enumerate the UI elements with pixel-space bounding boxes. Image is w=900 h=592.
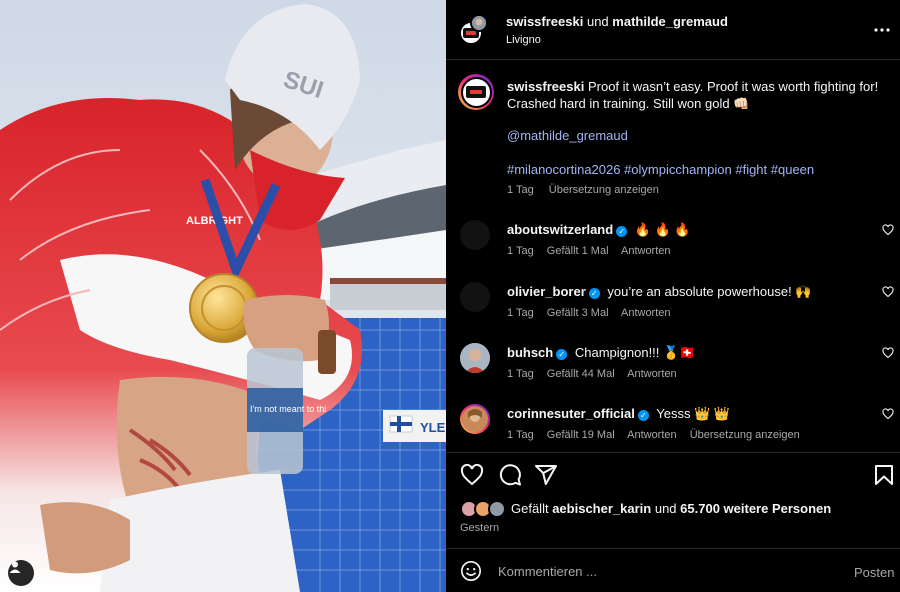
comment-username[interactable]: buhsch xyxy=(507,345,553,360)
bottle-text: I'm not meant to thi xyxy=(250,404,326,414)
caption-avatar[interactable] xyxy=(458,74,494,110)
author-link-1[interactable]: swissfreeski xyxy=(506,14,583,29)
avatar-mathilde-gremaud[interactable] xyxy=(470,14,488,32)
comment-item: olivier_borer ✓ you’re an absolute powerh… xyxy=(446,280,900,332)
likes-prefix: Gefällt xyxy=(511,501,549,516)
likes-text: Gefällt aebischer_karin und 65.700 weite… xyxy=(511,501,831,516)
comment-avatar[interactable] xyxy=(460,343,490,373)
post-side-panel: swissfreeski und mathilde_gremaud Livign… xyxy=(446,0,900,592)
post-comment-button[interactable]: Posten xyxy=(854,565,894,580)
comment-icon[interactable] xyxy=(498,463,522,487)
emoji-icon[interactable] xyxy=(460,560,482,582)
comment-username[interactable]: corinnesuter_official xyxy=(507,406,635,421)
heart-icon[interactable] xyxy=(882,408,894,420)
share-icon[interactable] xyxy=(534,463,558,487)
comment-reply-link[interactable]: Antworten xyxy=(627,368,677,380)
user-tag-button[interactable] xyxy=(8,560,34,586)
verified-icon: ✓ xyxy=(588,288,600,299)
post-photo[interactable]: YLE ALBRIGHT SUI I'm not meant to thi xyxy=(0,0,446,592)
comment-likes[interactable]: Gefällt 19 Mal xyxy=(547,429,615,441)
author-joiner: und xyxy=(586,14,609,29)
post-header: swissfreeski und mathilde_gremaud Livign… xyxy=(446,0,900,60)
post-image: YLE ALBRIGHT SUI I'm not meant to thi xyxy=(0,0,446,592)
user-tag-icon xyxy=(9,561,21,573)
comment-item: aboutswitzerland ✓ 🔥 🔥 🔥 1 Tag Gefällt 1 … xyxy=(446,218,900,270)
likes-count-link[interactable]: 65.700 weitere Personen xyxy=(680,501,831,516)
caption-translate-link[interactable]: Übersetzung anzeigen xyxy=(549,184,659,196)
comment-username[interactable]: aboutswitzerland xyxy=(507,222,613,237)
verified-icon: ✓ xyxy=(637,410,649,421)
verified-icon: ✓ xyxy=(556,349,568,360)
comment-item: corinnesuter_official ✓ Yesss 👑 👑 1 Tag G… xyxy=(446,402,900,454)
comment-reply-link[interactable]: Antworten xyxy=(621,245,671,257)
avatar-photo-icon xyxy=(460,343,490,373)
heart-icon[interactable] xyxy=(460,463,484,487)
comment-text: Champignon!!! 🥇🇨🇭 xyxy=(574,345,696,360)
comment-time: 1 Tag xyxy=(507,429,534,441)
comment-item: buhsch ✓ Champignon!!! 🥇🇨🇭 1 Tag Gefällt … xyxy=(446,341,900,393)
post-date: Gestern xyxy=(460,522,500,534)
heart-icon[interactable] xyxy=(882,286,894,298)
comment-likes[interactable]: Gefällt 3 Mal xyxy=(547,307,609,319)
caption-username[interactable]: swissfreeski xyxy=(507,79,584,94)
comment-likes[interactable]: Gefällt 1 Mal xyxy=(547,245,609,257)
liker-avatar xyxy=(488,500,506,518)
comment-time: 1 Tag xyxy=(507,245,534,257)
caption-meta: 1 Tag Übersetzung anzeigen xyxy=(507,184,671,196)
post-actions xyxy=(446,452,900,496)
swissfreeski-logo-icon xyxy=(466,86,486,98)
likes-user-link[interactable]: aebischer_karin xyxy=(552,501,651,516)
bookmark-icon[interactable] xyxy=(872,463,896,487)
comment-avatar[interactable] xyxy=(460,404,490,434)
heart-icon[interactable] xyxy=(882,347,894,359)
banner-text: YLE xyxy=(420,420,446,435)
verified-icon: ✓ xyxy=(616,226,628,237)
caption-time: 1 Tag xyxy=(507,184,534,196)
caption-text: swissfreeski Proof it wasn’t easy. Proof… xyxy=(507,78,887,112)
more-icon xyxy=(874,28,890,32)
comment-text: 🔥 🔥 🔥 xyxy=(634,222,691,237)
comment-avatar[interactable] xyxy=(460,220,490,250)
comment-bar: Posten xyxy=(446,548,900,592)
comment-likes[interactable]: Gefällt 44 Mal xyxy=(547,368,615,380)
comment-text: Yesss 👑 👑 xyxy=(656,406,731,421)
avatar-photo-icon xyxy=(462,406,488,432)
heart-icon[interactable] xyxy=(882,224,894,236)
caption-hashtags[interactable]: #milanocortina2026 #olympicchampion #fig… xyxy=(507,162,814,177)
location-link[interactable]: Livigno xyxy=(506,34,541,46)
more-options-button[interactable] xyxy=(872,20,892,40)
likes-joiner: und xyxy=(654,501,677,516)
comment-reply-link[interactable]: Antworten xyxy=(627,429,677,441)
comment-text: you’re an absolute powerhouse! 🙌 xyxy=(607,284,812,299)
post-authors: swissfreeski und mathilde_gremaud xyxy=(506,14,728,29)
comment-avatar[interactable] xyxy=(460,282,490,312)
comment-input[interactable] xyxy=(498,559,818,583)
author-link-2[interactable]: mathilde_gremaud xyxy=(612,14,728,29)
comment-time: 1 Tag xyxy=(507,307,534,319)
avatar-photo-icon xyxy=(472,16,486,30)
comment-reply-link[interactable]: Antworten xyxy=(621,307,671,319)
caption-mention-link[interactable]: @mathilde_gremaud xyxy=(507,128,628,143)
comment-username[interactable]: olivier_borer xyxy=(507,284,586,299)
comment-time: 1 Tag xyxy=(507,368,534,380)
comment-translate-link[interactable]: Übersetzung anzeigen xyxy=(690,429,800,441)
